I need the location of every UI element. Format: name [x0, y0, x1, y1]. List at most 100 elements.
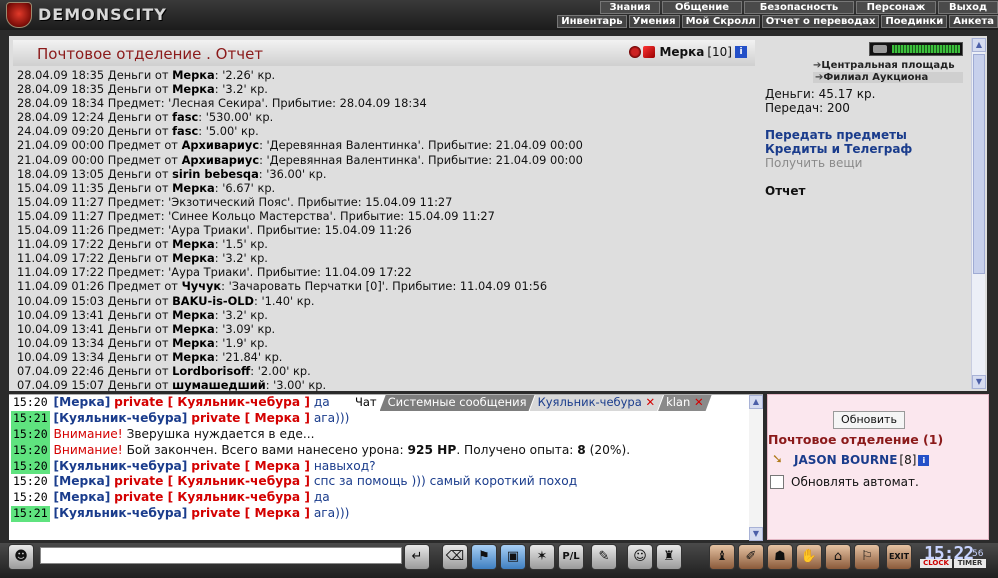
mail-header: Почтовое отделение . Отчет Мерка [10] i [13, 40, 755, 66]
log-line: 28.04.09 18:35 Деньги от Мерка: '3.2' кр… [17, 82, 268, 97]
page-title: Почтовое отделение . Отчет [37, 45, 264, 63]
smiley-icon[interactable]: ☺ [627, 544, 653, 570]
log-line: 11.04.09 17:22 Предмет: 'Аура Триаки'. П… [17, 265, 412, 280]
log-line: 21.04.09 00:00 Предмет от Архивариус: 'Д… [17, 152, 583, 167]
flag-icon[interactable]: ⚐ [854, 544, 880, 570]
scroll-thumb[interactable] [973, 54, 985, 274]
close-icon[interactable]: ✕ [645, 395, 655, 409]
scroll-icon[interactable]: ✐ [738, 544, 764, 570]
scroll-up-icon[interactable]: ▲ [749, 395, 763, 409]
game-window: DEMONSCITY Знания Общение Безопасность П… [0, 0, 998, 578]
bottom-toolbar: ☻ ↵ ⌫ ⚑ ▣ ✶ P/L ✎ ☺ ♜ ♝ ✐ ☗ ✋ ⌂ ⚐ EXIT 1… [0, 543, 998, 578]
receive-items-link[interactable]: Получить вещи [765, 156, 862, 170]
bag-icon[interactable]: ♝ [709, 544, 735, 570]
fighter-icon[interactable]: ✶ [529, 544, 555, 570]
log-line: 28.04.09 18:34 Предмет: 'Лесная Секира'.… [17, 96, 427, 111]
user-block: Мерка [10] i [629, 45, 749, 59]
money-info: Деньги: 45.17 кр. [765, 87, 876, 101]
tab-system[interactable]: Системные сообщения [380, 395, 535, 411]
chat-line: 15:20 [Мерка] private [ Куяльник-чебура … [13, 474, 578, 489]
scroll-down-icon[interactable]: ▼ [749, 527, 763, 541]
log-line: 28.04.09 18:35 Деньги от Мерка: '2.26' к… [17, 68, 276, 82]
menu-knowledge[interactable]: Знания [600, 1, 660, 14]
sub-menu: Инвентарь Умения Мой Скролл Отчет о пере… [555, 15, 998, 28]
gadget-icon [873, 45, 887, 53]
scroll-down-icon[interactable]: ▼ [972, 375, 986, 389]
exit-icon[interactable]: EXIT [886, 544, 912, 570]
log-line: 10.04.09 13:34 Деньги от Мерка: '21.84' … [17, 349, 283, 364]
health-bar [892, 45, 960, 53]
chat-input[interactable] [40, 547, 402, 564]
menu-inventory[interactable]: Инвентарь [557, 15, 627, 28]
info-icon[interactable]: i [735, 46, 747, 58]
menu-transfer-report[interactable]: Отчет о переводах [761, 15, 880, 28]
log-line: 15.04.09 11:35 Деньги от Мерка: '6.67' к… [17, 180, 276, 195]
log-line: 10.04.09 15:03 Деньги от BAKU-is-OLD: '1… [17, 293, 315, 308]
menu-communication[interactable]: Общение [662, 1, 742, 14]
log-line: 28.04.09 12:24 Деньги от fasc: '530.00' … [17, 110, 274, 125]
health-gadget [869, 42, 963, 56]
user-name[interactable]: Мерка [659, 45, 704, 59]
speaker-icon[interactable]: ☻ [8, 544, 34, 570]
log-line: 07.04.09 22:46 Деньги от Lordborisoff: '… [17, 363, 311, 378]
clock: 15:22 56 CLOCK TIMER [920, 543, 986, 569]
location-link-auction[interactable]: ➔Филиал Аукциона [813, 72, 963, 83]
scroll-up-icon[interactable]: ▲ [972, 38, 986, 52]
tab-chat[interactable]: Чат [347, 395, 385, 411]
log-line: 15.04.09 11:26 Предмет: 'Аура Триаки'. П… [17, 223, 412, 238]
log-line: 21.04.09 00:00 Предмет от Архивариус: 'Д… [17, 138, 583, 153]
tab-private-kuyalnik[interactable]: Куяльник-чебура ✕ [530, 395, 664, 411]
save-icon[interactable]: ▣ [500, 544, 526, 570]
chat-scrollbar[interactable]: ▲ ▼ [749, 395, 763, 541]
user-level: [10] [707, 45, 732, 59]
chat-line: 15:21 [Куяльник-чебура] private [ Мерка … [11, 506, 350, 523]
menu-duels[interactable]: Поединки [881, 15, 948, 28]
top-bar: DEMONSCITY Знания Общение Безопасность П… [0, 0, 998, 30]
menu-skills[interactable]: Умения [628, 15, 680, 28]
transfer-items-link[interactable]: Передать предметы [765, 128, 907, 142]
tab-klan[interactable]: klan ✕ [658, 395, 712, 411]
info-icon[interactable]: i [918, 454, 930, 466]
menu-exit[interactable]: Выход [938, 1, 998, 14]
transfer-log: 28.04.09 18:35 Деньги от Мерка: '2.26' к… [17, 68, 759, 392]
log-line: 11.04.09 17:22 Деньги от Мерка: '1.5' кр… [17, 237, 268, 252]
logo: DEMONSCITY [0, 0, 180, 30]
clock-mode-button[interactable]: CLOCK [920, 559, 952, 568]
timer-mode-button[interactable]: TIMER [954, 559, 986, 568]
log-line: 11.04.09 17:22 Деньги от Мерка: '3.2' кр… [17, 251, 268, 266]
enter-icon[interactable]: ↵ [404, 544, 430, 570]
refresh-button[interactable]: Обновить [833, 411, 905, 429]
hands-icon[interactable]: ✋ [796, 544, 822, 570]
pl-icon[interactable]: P/L [558, 544, 584, 570]
main-scrollbar[interactable]: ▲ ▼ [971, 38, 986, 389]
credits-telegraph-link[interactable]: Кредиты и Телеграф [765, 142, 912, 156]
chat-messages: 15:20 [Мерка] private [ Куяльник-чебура … [11, 395, 751, 523]
menu-character[interactable]: Персонаж [856, 1, 936, 14]
auto-refresh-option[interactable]: Обновлять автомат. [770, 475, 919, 489]
main-menu: Знания Общение Безопасность Персонаж Вых… [598, 1, 998, 14]
menu-my-scroll[interactable]: Мой Скролл [681, 15, 760, 28]
pen-icon[interactable]: ✎ [591, 544, 617, 570]
chat-line: 15:20 [Мерка] private [ Куяльник-чебура … [13, 490, 330, 505]
helmet-icon[interactable]: ☗ [767, 544, 793, 570]
log-line: 15.04.09 11:27 Предмет: 'Синее Кольцо Ма… [17, 208, 495, 223]
log-line: 11.04.09 01:26 Предмет от Чучук: 'Зачаро… [17, 279, 548, 294]
mail-sender[interactable]: ➘ JASON BOURNE [8] i [772, 453, 930, 467]
align-icon [643, 46, 656, 58]
log-line: 07.04.09 15:07 Деньги от шумашедший: '3.… [17, 378, 327, 393]
auto-refresh-label: Обновлять автомат. [791, 475, 919, 489]
menu-security[interactable]: Безопасность [744, 1, 854, 14]
trophy-icon[interactable]: ♜ [656, 544, 682, 570]
lock-icon[interactable]: ⌂ [825, 544, 851, 570]
logo-text: DEMONSCITY [38, 5, 167, 24]
log-line: 24.04.09 09:20 Деньги от fasc: '5.00' кр… [17, 124, 259, 139]
chat-line: 15:20 [Куяльник-чебура] private [ Мерка … [11, 458, 376, 475]
clan-icon [629, 46, 642, 58]
eraser-icon[interactable]: ⌫ [442, 544, 468, 570]
filter-icon[interactable]: ⚑ [471, 544, 497, 570]
menu-profile[interactable]: Анкета [949, 15, 998, 28]
auto-refresh-checkbox[interactable] [770, 475, 784, 489]
location-link-square[interactable]: ➔Центральная площадь [813, 60, 955, 71]
log-line: 18.04.09 13:05 Деньги от sirin bebesqa: … [17, 166, 327, 181]
close-icon[interactable]: ✕ [694, 395, 704, 409]
